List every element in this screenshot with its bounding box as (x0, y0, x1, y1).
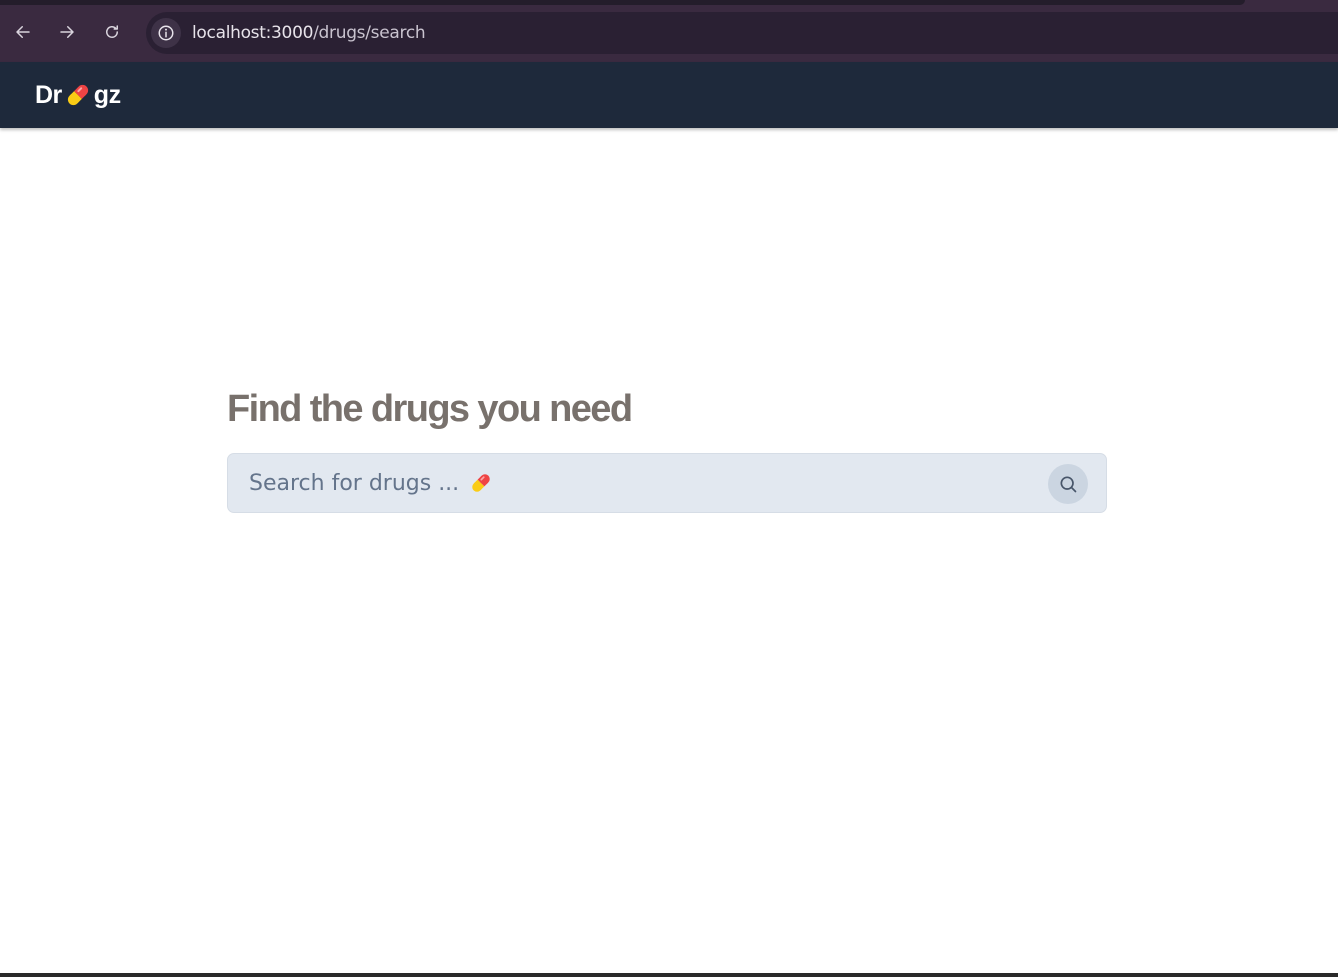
back-button[interactable] (9, 18, 37, 46)
tab-strip (0, 0, 1245, 5)
app-header: Dr gz (0, 62, 1338, 128)
site-info-button[interactable] (151, 18, 181, 48)
forward-button[interactable] (53, 18, 81, 46)
logo-text-suffix: gz (93, 80, 121, 109)
reload-button[interactable] (98, 18, 126, 46)
logo[interactable]: Dr gz (35, 79, 121, 111)
search-icon (1060, 476, 1077, 493)
search-input[interactable] (228, 454, 1038, 512)
page-heading: Find the drugs you need (227, 388, 633, 430)
pill-icon (67, 84, 88, 106)
search-button[interactable] (1048, 464, 1088, 504)
browser-toolbar: localhost:3000/drugs/search (0, 0, 1338, 62)
search-bar: Search for drugs ... (227, 453, 1107, 513)
address-bar[interactable]: localhost:3000/drugs/search (146, 12, 1338, 54)
info-icon (158, 25, 174, 41)
url-text[interactable]: localhost:3000/drugs/search (192, 23, 426, 43)
url-path: /drugs/search (313, 23, 426, 43)
window-bottom-edge (0, 973, 1338, 977)
url-host: localhost:3000 (192, 23, 314, 43)
reload-icon (106, 25, 118, 38)
arrow-left-icon (16, 26, 30, 38)
logo-text-prefix: Dr (35, 80, 62, 109)
arrow-right-icon (60, 26, 74, 38)
